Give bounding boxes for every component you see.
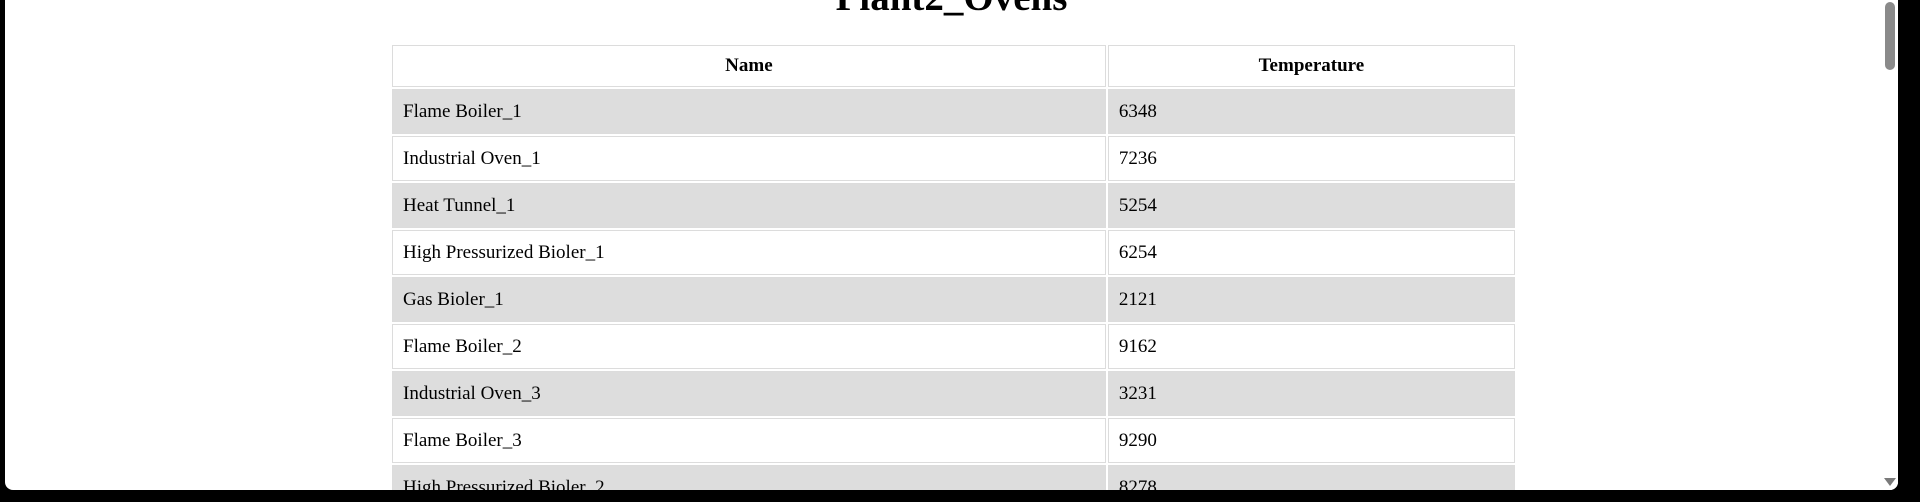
cell-name: Gas Bioler_1: [392, 277, 1106, 322]
cell-name: High Pressurized Bioler_1: [392, 230, 1106, 275]
cell-temperature: 8278: [1107, 465, 1515, 490]
table-row: Industrial Oven_1 7236: [392, 136, 1515, 181]
cell-name: Flame Boiler_1: [392, 89, 1106, 134]
cell-temperature: 6254: [1107, 230, 1515, 275]
chevron-down-icon[interactable]: [1884, 478, 1896, 486]
cell-name: Flame Boiler_3: [392, 418, 1106, 463]
cell-name: High Pressurized Bioler_2: [392, 465, 1106, 490]
table-row: High Pressurized Bioler_2 8278: [392, 465, 1515, 490]
table-row: Gas Bioler_1 2121: [392, 277, 1515, 322]
cell-name: Heat Tunnel_1: [392, 183, 1106, 228]
table-row: Flame Boiler_3 9290: [392, 418, 1515, 463]
vertical-scrollbar[interactable]: [1881, 0, 1898, 490]
cell-name: Industrial Oven_1: [392, 136, 1106, 181]
page-viewport: Plant2_Ovens Name Temperature Flame Boil…: [5, 0, 1898, 490]
column-header-temperature: Temperature: [1107, 45, 1515, 87]
cell-temperature: 7236: [1107, 136, 1515, 181]
table-row: Heat Tunnel_1 5254: [392, 183, 1515, 228]
table-row: Industrial Oven_3 3231: [392, 371, 1515, 416]
column-header-name: Name: [392, 45, 1106, 87]
table-row: Flame Boiler_1 6348: [392, 89, 1515, 134]
page-title: Plant2_Ovens: [5, 0, 1898, 17]
cell-name: Industrial Oven_3: [392, 371, 1106, 416]
cell-temperature: 5254: [1107, 183, 1515, 228]
scrollbar-thumb[interactable]: [1885, 2, 1895, 70]
cell-temperature: 2121: [1107, 277, 1515, 322]
table-row: Flame Boiler_2 9162: [392, 324, 1515, 369]
cell-temperature: 9162: [1107, 324, 1515, 369]
ovens-table: Name Temperature Flame Boiler_1 6348 Ind…: [390, 43, 1517, 490]
browser-window: Plant2_Ovens Name Temperature Flame Boil…: [5, 0, 1898, 490]
cell-temperature: 6348: [1107, 89, 1515, 134]
table-row: High Pressurized Bioler_1 6254: [392, 230, 1515, 275]
cell-name: Flame Boiler_2: [392, 324, 1106, 369]
cell-temperature: 3231: [1107, 371, 1515, 416]
table-header-row: Name Temperature: [392, 45, 1515, 87]
cell-temperature: 9290: [1107, 418, 1515, 463]
